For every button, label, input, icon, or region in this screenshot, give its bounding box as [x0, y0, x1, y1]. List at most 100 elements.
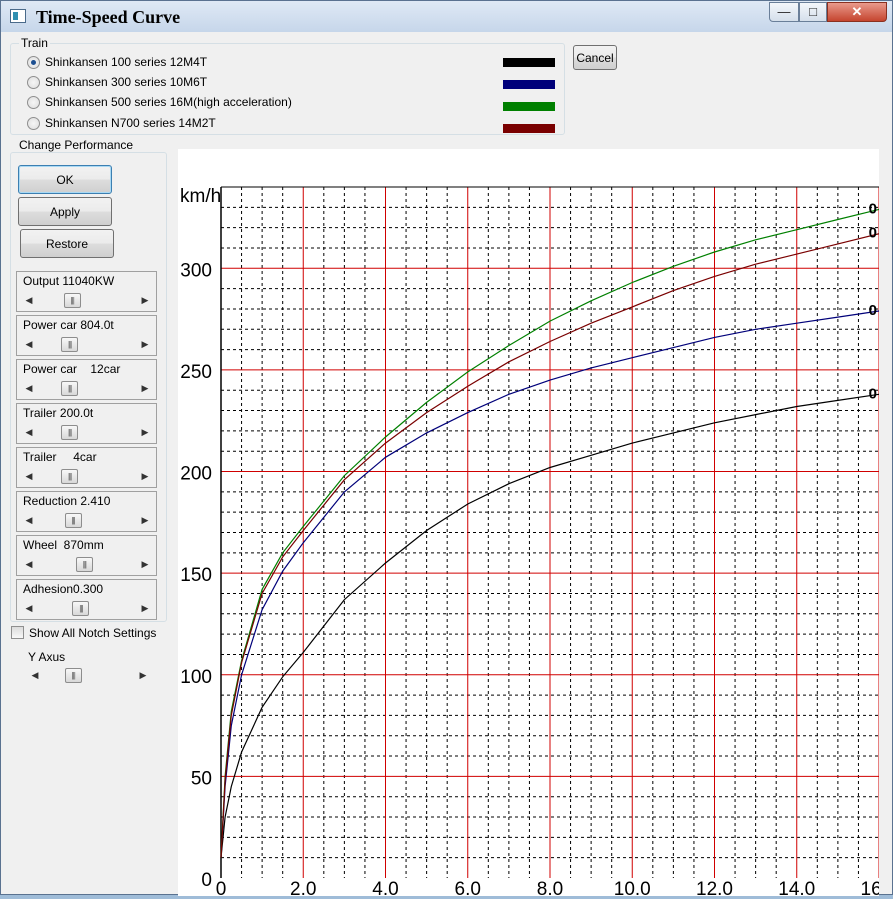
right-arrow-icon[interactable]: ▶	[139, 425, 151, 440]
param-adhesion: Adhesion0.300 ◀ ||| ▶	[16, 579, 157, 620]
param-label: Reduction 2.410	[23, 494, 111, 508]
time-speed-chart: 0 50 100 150 200 250 300 0 2.0 4.0 6.0 8.0 10.0 12.0 1…	[180, 186, 893, 899]
y-axis-slider-label: Y Axus	[28, 650, 66, 664]
color-swatch-n700-series	[503, 124, 555, 133]
param-power-car-mass: Power car 804.0t ◀ ||| ▶	[16, 315, 157, 356]
radio-button[interactable]	[27, 56, 40, 69]
close-button[interactable]: ✕	[827, 2, 887, 22]
right-arrow-icon[interactable]: ▶	[139, 337, 151, 352]
right-arrow-icon[interactable]: ▶	[139, 293, 151, 308]
param-slider[interactable]: ◀ ||| ▶	[23, 513, 151, 528]
slider-thumb[interactable]: |||	[72, 601, 90, 616]
train-option-label: Shinkansen 300 series 10M6T	[45, 75, 208, 89]
x-tick-label: 10.0	[614, 879, 651, 896]
y-tick-label: 0	[201, 870, 212, 891]
param-slider[interactable]: ◀ ||| ▶	[23, 293, 151, 308]
param-label: Trailer 200.0t	[23, 406, 94, 420]
maximize-button[interactable]: □	[799, 2, 827, 22]
param-power-car-count: Power car 12car ◀ ||| ▶	[16, 359, 157, 400]
param-slider[interactable]: ◀ ||| ▶	[23, 381, 151, 396]
slider-thumb[interactable]: |||	[61, 425, 79, 440]
train-option-label: Shinkansen N700 series 14M2T	[45, 116, 216, 130]
param-slider[interactable]: ◀ ||| ▶	[23, 425, 151, 440]
slider-thumb[interactable]: |||	[64, 668, 82, 683]
window-title: Time-Speed Curve	[36, 7, 181, 27]
color-swatch-500-series	[503, 102, 555, 111]
param-label: Power car 804.0t	[23, 318, 114, 332]
param-label: Adhesion0.300	[23, 582, 104, 596]
chart-area: 0 50 100 150 200 250 300 0 2.0 4.0 6.0 8.0 10.0 12.0 1…	[178, 149, 893, 899]
slider-thumb[interactable]: |||	[75, 557, 93, 572]
app-icon	[10, 9, 26, 23]
param-label: Power car 12car	[23, 362, 121, 376]
param-wheel: Wheel 870mm ◀ ||| ▶	[16, 535, 157, 576]
y-tick-label: 300	[180, 260, 212, 281]
x-tick-label: 4.0	[372, 879, 398, 896]
param-label: Trailer 4car	[23, 450, 97, 464]
x-tick-label: 2.0	[290, 879, 316, 896]
param-reduction: Reduction 2.410 ◀ ||| ▶	[16, 491, 157, 532]
minimize-button[interactable]: —	[769, 2, 799, 22]
left-arrow-icon[interactable]: ◀	[23, 469, 35, 484]
y-axis-unit-label: km/h	[180, 186, 221, 207]
param-trailer-mass: Trailer 200.0t ◀ ||| ▶	[16, 403, 157, 444]
right-arrow-icon[interactable]: ▶	[137, 668, 149, 683]
app-window: Time-Speed Curve — □ ✕ Train Shinkansen …	[0, 0, 893, 899]
ok-button[interactable]: OK	[18, 165, 112, 194]
series-end-label: 0	[869, 385, 877, 402]
x-tick-label: 12.0	[696, 879, 733, 896]
right-arrow-icon[interactable]: ▶	[139, 601, 151, 616]
slider-thumb[interactable]: |||	[61, 381, 79, 396]
y-tick-label: 100	[180, 667, 212, 688]
x-tick-label: 8.0	[537, 879, 563, 896]
left-arrow-icon[interactable]: ◀	[23, 601, 35, 616]
x-tick-label: 0	[216, 879, 227, 896]
right-arrow-icon[interactable]: ▶	[139, 381, 151, 396]
y-axis-slider[interactable]: ◀ ||| ▶	[29, 668, 149, 683]
y-tick-label: 250	[180, 362, 212, 383]
param-label: Output 11040KW	[23, 274, 115, 288]
y-tick-label: 150	[180, 565, 212, 586]
x-tick-label: 14.0	[778, 879, 815, 896]
param-trailer-count: Trailer 4car ◀ ||| ▶	[16, 447, 157, 488]
radio-button[interactable]	[27, 117, 40, 130]
param-slider[interactable]: ◀ ||| ▶	[23, 601, 151, 616]
title-bar[interactable]: Time-Speed Curve — □ ✕	[1, 1, 892, 32]
color-swatch-300-series	[503, 80, 555, 89]
y-tick-label: 50	[191, 768, 212, 789]
restore-button[interactable]: Restore	[20, 229, 114, 258]
show-all-notch-label: Show All Notch Settings	[29, 626, 157, 640]
param-output: Output 11040KW ◀ ||| ▶	[16, 271, 157, 312]
train-option-label: Shinkansen 100 series 12M4T	[45, 55, 208, 69]
right-arrow-icon[interactable]: ▶	[139, 513, 151, 528]
slider-thumb[interactable]: |||	[63, 293, 81, 308]
left-arrow-icon[interactable]: ◀	[23, 425, 35, 440]
train-option-label: Shinkansen 500 series 16M(high accelerat…	[45, 95, 292, 109]
param-label: Wheel 870mm	[23, 538, 104, 552]
radio-button[interactable]	[27, 76, 40, 89]
param-slider[interactable]: ◀ ||| ▶	[23, 337, 151, 352]
radio-button[interactable]	[27, 96, 40, 109]
param-slider[interactable]: ◀ ||| ▶	[23, 557, 151, 572]
left-arrow-icon[interactable]: ◀	[23, 381, 35, 396]
left-arrow-icon[interactable]: ◀	[23, 557, 35, 572]
right-arrow-icon[interactable]: ▶	[139, 557, 151, 572]
apply-button[interactable]: Apply	[18, 197, 112, 226]
slider-thumb[interactable]: |||	[61, 469, 79, 484]
left-arrow-icon[interactable]: ◀	[23, 513, 35, 528]
show-all-notch-checkbox[interactable]	[11, 626, 24, 639]
slider-thumb[interactable]: |||	[61, 337, 79, 352]
left-arrow-icon[interactable]: ◀	[23, 293, 35, 308]
y-tick-label: 200	[180, 464, 212, 485]
series-end-label: 0	[869, 225, 877, 242]
x-tick-label: 6.0	[455, 879, 481, 896]
cancel-button[interactable]: Cancel	[573, 45, 617, 70]
series-end-label: 0	[869, 200, 877, 217]
param-slider[interactable]: ◀ ||| ▶	[23, 469, 151, 484]
left-arrow-icon[interactable]: ◀	[29, 668, 41, 683]
performance-group-label: Change Performance	[17, 138, 136, 152]
slider-thumb[interactable]: |||	[64, 513, 82, 528]
right-arrow-icon[interactable]: ▶	[139, 469, 151, 484]
series-end-label: 0	[869, 302, 877, 319]
left-arrow-icon[interactable]: ◀	[23, 337, 35, 352]
